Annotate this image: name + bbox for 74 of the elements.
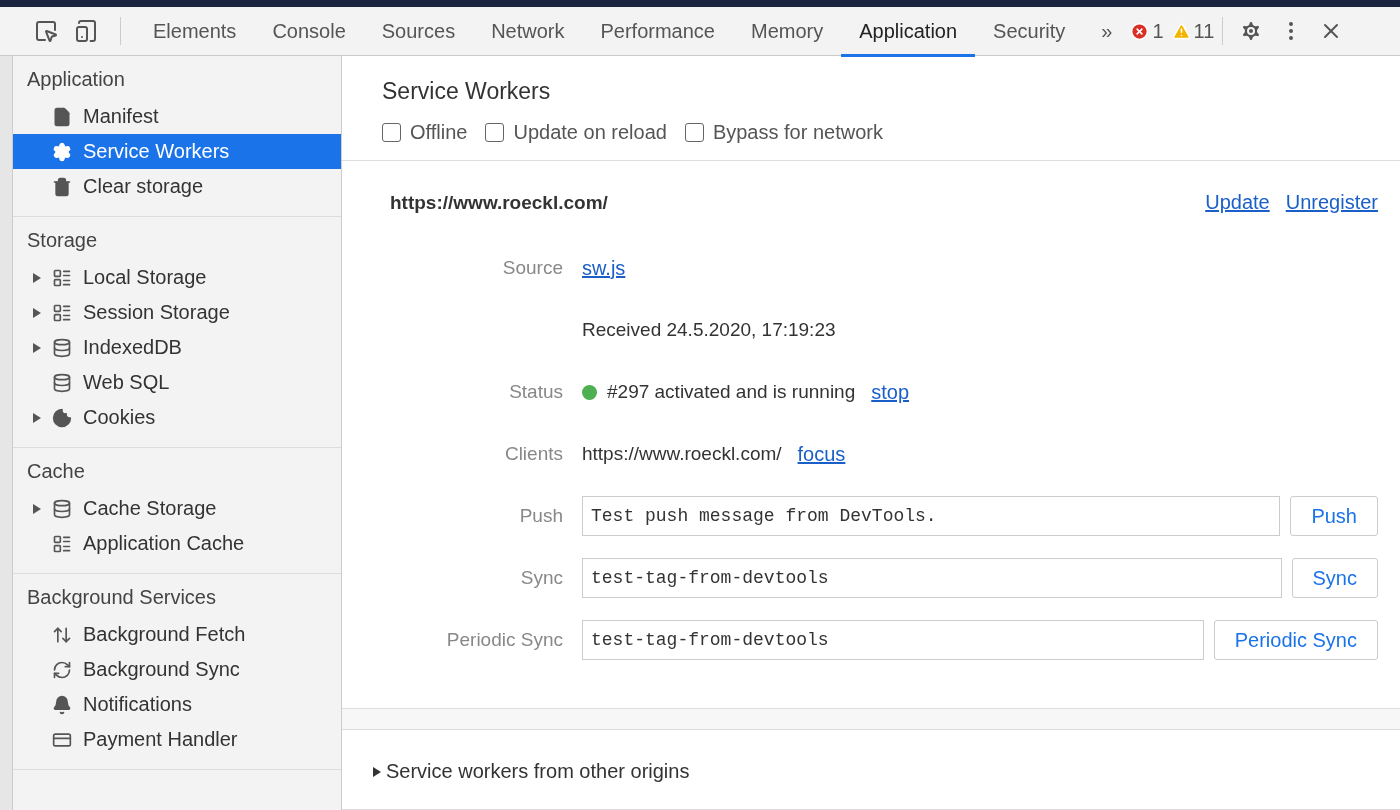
- table-icon: [52, 267, 72, 288]
- table-icon: [52, 533, 72, 554]
- section-title: Background Services: [26, 585, 217, 610]
- sidebar-item[interactable]: Payment Handler: [13, 722, 341, 757]
- database-icon: [52, 372, 72, 393]
- sidebar-item[interactable]: Session Storage: [13, 295, 341, 330]
- sidebar-item[interactable]: Clear storage: [13, 169, 341, 204]
- sidebar-item[interactable]: IndexedDB: [13, 330, 341, 365]
- field-label: Periodic Sync: [445, 629, 564, 651]
- sidebar-item[interactable]: Background Sync: [13, 652, 341, 687]
- database-icon: [52, 498, 72, 519]
- field-label: Sync: [519, 567, 564, 589]
- sidebar-item[interactable]: Service Workers: [13, 134, 341, 169]
- expand-arrow-icon[interactable]: [33, 503, 41, 514]
- field-label: Status: [508, 381, 564, 403]
- section-title: Cache: [26, 459, 86, 484]
- sidebar-item[interactable]: Background Fetch: [13, 617, 341, 652]
- status-text: #297 activated and is running: [607, 381, 856, 403]
- action-link[interactable]: Update: [1205, 191, 1270, 214]
- panel-tab[interactable]: Elements: [135, 8, 255, 57]
- sidebar-item[interactable]: Local Storage: [13, 260, 341, 295]
- action-button[interactable]: Push: [1290, 496, 1378, 536]
- focus-link[interactable]: focus: [797, 442, 846, 466]
- expand-arrow-icon[interactable]: [33, 412, 41, 423]
- sidebar-item[interactable]: Manifest: [13, 99, 341, 134]
- section-title: Application: [26, 67, 126, 92]
- panel-title: Service Workers: [382, 78, 552, 105]
- error-count: 1: [1152, 19, 1164, 43]
- warning-count: 11: [1193, 19, 1215, 43]
- panel-tab[interactable]: Security: [975, 8, 1084, 57]
- expand-arrow-icon[interactable]: [33, 307, 41, 318]
- client-url: https://www.roeckl.com/: [582, 443, 782, 465]
- origin-url: https://www.roeckl.com/: [390, 191, 608, 214]
- field-label: Source: [501, 257, 564, 279]
- option-checkbox[interactable]: Bypass for network: [684, 121, 883, 144]
- field-label: Clients: [503, 443, 564, 465]
- table-icon: [52, 302, 72, 323]
- panel-tab[interactable]: Memory: [733, 8, 842, 57]
- expand-arrow-icon[interactable]: [33, 272, 41, 283]
- panel-tab[interactable]: Application: [841, 8, 976, 57]
- sidebar-item[interactable]: Notifications: [13, 687, 341, 722]
- error-icon: [1130, 21, 1150, 41]
- database-icon: [52, 337, 72, 358]
- field-label: Push: [518, 505, 564, 527]
- expand-arrow-icon[interactable]: [33, 342, 41, 353]
- action-link[interactable]: Unregister: [1285, 191, 1378, 214]
- refresh-icon: [52, 659, 72, 680]
- section-title: Storage: [26, 228, 99, 253]
- cookie-icon: [52, 407, 72, 428]
- action-button[interactable]: Periodic Sync: [1213, 620, 1378, 660]
- option-checkbox[interactable]: Update on reload: [485, 121, 667, 144]
- sidebar-item[interactable]: Cache Storage: [13, 491, 341, 526]
- panel-tab[interactable]: Console: [254, 8, 364, 57]
- sidebar-item[interactable]: Application Cache: [13, 526, 341, 561]
- input-field[interactable]: test-tag-from-devtools: [582, 620, 1204, 660]
- panel-tab[interactable]: Network: [473, 8, 583, 57]
- warning-icon: [1171, 21, 1191, 41]
- trash-icon: [52, 176, 72, 197]
- input-field[interactable]: Test push message from DevTools.: [582, 496, 1281, 536]
- stop-link[interactable]: stop: [871, 380, 910, 404]
- file-icon: [52, 106, 72, 127]
- option-checkbox[interactable]: Offline: [382, 121, 468, 144]
- expand-arrow-icon: [372, 766, 382, 777]
- bell-icon: [52, 694, 72, 715]
- more-tabs-button[interactable]: »: [1083, 8, 1131, 57]
- action-button[interactable]: Sync: [1291, 558, 1378, 598]
- received-text: Received 24.5.2020, 17:19:23: [582, 319, 836, 341]
- sidebar-item[interactable]: Web SQL: [13, 365, 341, 400]
- panel-tab[interactable]: Performance: [582, 8, 733, 57]
- panel-tab[interactable]: Sources: [363, 8, 474, 57]
- input-field[interactable]: test-tag-from-devtools: [582, 558, 1282, 598]
- sidebar-item[interactable]: Cookies: [13, 400, 341, 435]
- source-link[interactable]: sw.js: [582, 256, 626, 280]
- other-origins-toggle[interactable]: Service workers from other origins: [342, 730, 1400, 810]
